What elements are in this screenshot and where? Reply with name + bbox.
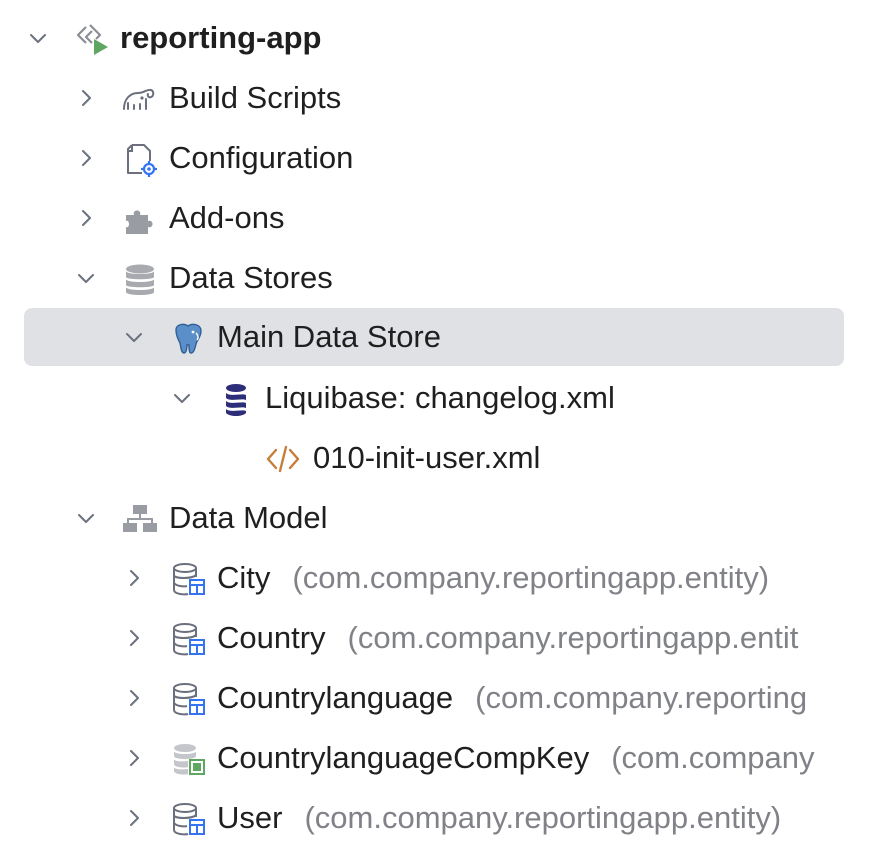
entity-icon — [170, 621, 206, 657]
data-stores-label: Data Stores — [169, 260, 333, 295]
gradle-elephant-icon — [120, 81, 156, 117]
entity-name: User — [217, 800, 283, 835]
chevron-right-icon[interactable] — [122, 686, 146, 710]
tree-node-changeset-file[interactable]: 010-init-user.xml — [0, 428, 874, 488]
entity-name: CountrylanguageCompKey — [217, 740, 590, 775]
module-run-icon — [74, 21, 110, 57]
chevron-down-icon[interactable] — [170, 386, 194, 410]
entity-package: (com.company.reportingapp.entit — [347, 620, 799, 655]
tree-node-build-scripts[interactable]: Build Scripts — [0, 68, 874, 128]
entity-icon — [170, 681, 206, 717]
hierarchy-icon — [122, 501, 158, 537]
config-file-icon — [122, 141, 158, 177]
tree-node-main-data-store[interactable]: Main Data Store — [0, 307, 874, 367]
entity-name: Country — [217, 620, 326, 655]
data-model-label: Data Model — [169, 500, 328, 535]
entity-name: City — [217, 560, 271, 595]
entity-package: (com.company.reporting — [475, 680, 808, 715]
chevron-down-icon[interactable] — [74, 506, 98, 530]
changeset-file-label: 010-init-user.xml — [313, 440, 541, 475]
configuration-label: Configuration — [169, 140, 354, 175]
entity-package: (com.company — [611, 740, 815, 775]
postgresql-elephant-icon — [170, 320, 206, 356]
entity-icon — [170, 801, 206, 837]
tree-node-data-model[interactable]: Data Model — [0, 488, 874, 548]
liquibase-icon — [218, 381, 254, 417]
database-icon — [122, 261, 158, 297]
tree-node-addons[interactable]: Add-ons — [0, 188, 874, 248]
chevron-right-icon[interactable] — [122, 626, 146, 650]
puzzle-icon — [120, 201, 156, 237]
chevron-right-icon[interactable] — [74, 86, 98, 110]
chevron-right-icon[interactable] — [74, 146, 98, 170]
addons-label: Add-ons — [169, 200, 285, 235]
module-name: reporting-app — [120, 20, 322, 55]
tree-node-data-stores[interactable]: Data Stores — [0, 248, 874, 308]
main-data-store-label: Main Data Store — [217, 319, 441, 354]
entity-package: (com.company.reportingapp.entity) — [304, 800, 782, 835]
entity-icon — [170, 561, 206, 597]
build-scripts-label: Build Scripts — [169, 80, 342, 115]
chevron-down-icon[interactable] — [122, 325, 146, 349]
tree-node-root[interactable]: reporting-app — [0, 8, 874, 68]
chevron-right-icon[interactable] — [122, 746, 146, 770]
tree-node-entity-countrylanguagecompkey[interactable]: CountrylanguageCompKey (com.company — [0, 728, 874, 788]
tree-node-entity-countrylanguage[interactable]: Countrylanguage (com.company.reporting — [0, 668, 874, 728]
entity-package: (com.company.reportingapp.entity) — [292, 560, 770, 595]
xml-file-icon — [265, 441, 301, 477]
chevron-right-icon[interactable] — [122, 806, 146, 830]
tree-node-entity-city[interactable]: City (com.company.reportingapp.entity) — [0, 548, 874, 608]
liquibase-label: Liquibase: changelog.xml — [265, 380, 615, 415]
tree-node-configuration[interactable]: Configuration — [0, 128, 874, 188]
chevron-down-icon[interactable] — [26, 26, 50, 50]
tree-node-liquibase[interactable]: Liquibase: changelog.xml — [0, 368, 874, 428]
chevron-down-icon[interactable] — [74, 266, 98, 290]
project-tree: reporting-app Build Scripts Configuratio… — [0, 0, 874, 856]
chevron-right-icon[interactable] — [74, 206, 98, 230]
entity-name: Countrylanguage — [217, 680, 454, 715]
tree-node-entity-user[interactable]: User (com.company.reportingapp.entity) — [0, 788, 874, 848]
tree-node-entity-country[interactable]: Country (com.company.reportingapp.entit — [0, 608, 874, 668]
embeddable-entity-icon — [170, 741, 206, 777]
chevron-right-icon[interactable] — [122, 566, 146, 590]
